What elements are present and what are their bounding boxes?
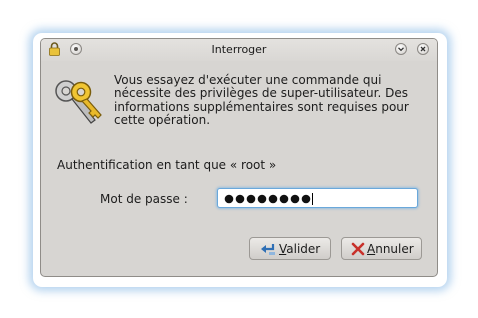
password-field[interactable] — [217, 188, 418, 208]
password-dot — [224, 194, 234, 204]
window-title: Interroger — [211, 43, 267, 56]
auth-user-text: Authentification en tant que « root » — [57, 158, 277, 172]
cancel-x-icon — [351, 242, 365, 256]
password-label: Mot de passe : — [100, 192, 188, 206]
password-dot — [279, 194, 289, 204]
keys-icon — [55, 80, 102, 124]
auth-dialog-window: Interroger Vous essayez d'exécuter une c… — [40, 38, 438, 277]
close-icon[interactable] — [417, 43, 429, 55]
validate-button[interactable]: Valider — [249, 237, 331, 260]
password-dot — [301, 194, 311, 204]
cancel-button[interactable]: Annuler — [341, 237, 422, 260]
text-caret — [312, 193, 313, 205]
password-dot — [235, 194, 245, 204]
confirm-arrow-icon — [261, 244, 275, 255]
validate-button-label: Valider — [279, 242, 321, 256]
dialog-message: Vous essayez d'exécuter une commande qui… — [114, 73, 409, 128]
title-bar[interactable]: Interroger — [41, 39, 437, 61]
minimize-icon[interactable] — [395, 43, 407, 55]
cancel-button-label: Annuler — [367, 242, 414, 256]
password-dot — [268, 194, 278, 204]
password-dot — [257, 194, 267, 204]
password-dots — [224, 193, 313, 205]
password-dot — [290, 194, 300, 204]
password-dot — [246, 194, 256, 204]
